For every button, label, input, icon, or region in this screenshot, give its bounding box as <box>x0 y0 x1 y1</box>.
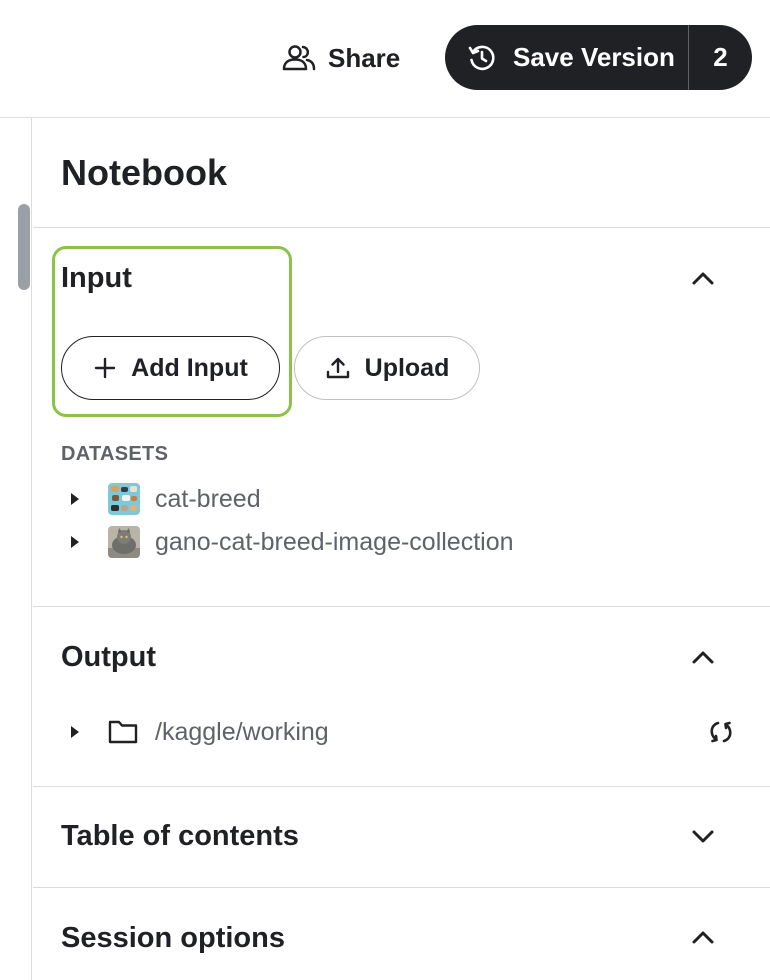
upload-icon <box>325 355 351 381</box>
save-version-main[interactable]: Save Version <box>445 25 688 90</box>
sync-icon[interactable] <box>706 717 736 747</box>
share-label: Share <box>328 42 401 73</box>
session-options-section: Session options <box>33 887 770 980</box>
input-section-title: Input <box>61 262 132 294</box>
left-gutter <box>0 118 32 980</box>
chevron-down-icon[interactable] <box>688 821 718 851</box>
save-version-count[interactable]: 2 <box>689 42 752 73</box>
history-icon <box>467 43 497 73</box>
share-button[interactable]: Share <box>276 36 406 80</box>
top-bar: Share Save Version 2 <box>0 0 770 118</box>
dataset-name: cat-breed <box>155 484 261 513</box>
folder-icon <box>108 716 140 748</box>
dataset-thumbnail <box>108 526 140 558</box>
save-version-label: Save Version <box>513 42 675 72</box>
output-section-title: Output <box>61 641 157 673</box>
upload-label: Upload <box>364 353 450 382</box>
input-section: Input Add Input Upload DATASETS cat-bree… <box>33 227 770 606</box>
upload-button[interactable]: Upload <box>294 336 480 400</box>
chevron-up-icon[interactable] <box>688 923 718 953</box>
caret-right-icon[interactable] <box>61 481 93 517</box>
caret-right-icon[interactable] <box>61 524 93 560</box>
output-section: Output /kaggle/working <box>33 606 770 786</box>
dataset-row[interactable]: cat-breed <box>61 481 261 517</box>
plus-icon <box>93 356 117 380</box>
output-path: /kaggle/working <box>155 717 329 746</box>
scrollbar-thumb[interactable] <box>18 204 30 290</box>
toc-section-title: Table of contents <box>61 820 299 852</box>
dataset-row[interactable]: gano-cat-breed-image-collection <box>61 524 514 560</box>
save-version-button[interactable]: Save Version 2 <box>445 25 752 90</box>
notebook-panel: Notebook Input Add Input Upload DATASETS <box>33 118 770 980</box>
caret-right-icon[interactable] <box>61 714 93 750</box>
dataset-name: gano-cat-breed-image-collection <box>155 527 514 556</box>
dataset-thumbnail <box>108 483 140 515</box>
chevron-up-icon[interactable] <box>688 264 718 294</box>
output-folder-row[interactable]: /kaggle/working <box>61 714 329 750</box>
toc-section[interactable]: Table of contents <box>33 786 770 887</box>
session-options-title: Session options <box>61 922 285 954</box>
add-input-label: Add Input <box>131 353 248 382</box>
people-icon <box>282 44 316 72</box>
add-input-button[interactable]: Add Input <box>61 336 280 400</box>
chevron-up-icon[interactable] <box>688 643 718 673</box>
datasets-heading: DATASETS <box>61 443 169 465</box>
panel-title: Notebook <box>61 152 227 193</box>
